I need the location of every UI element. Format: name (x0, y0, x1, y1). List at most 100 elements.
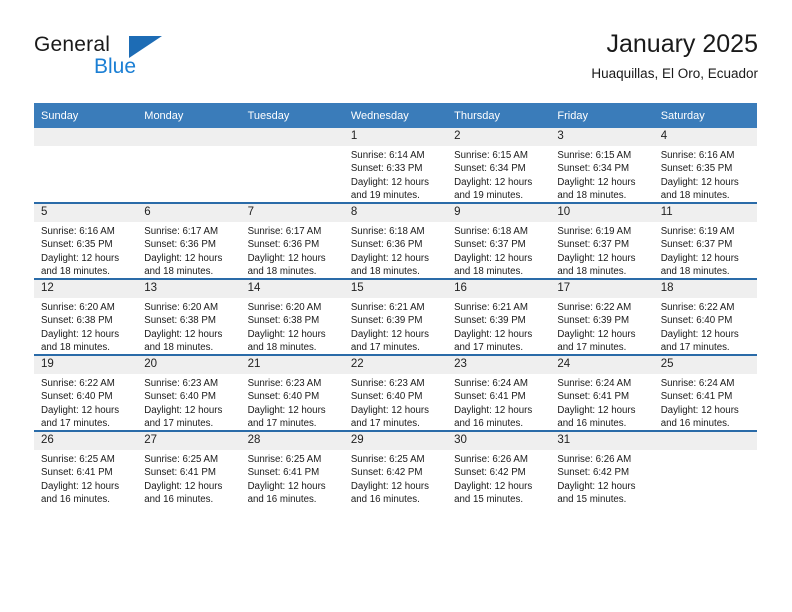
day-cell-inner: 24 Sunrise: 6:24 AM Sunset: 6:41 PM Dayligh… (550, 356, 654, 430)
day-number: 1 (343, 128, 448, 146)
sunrise-text: Sunrise: 6:22 AM (41, 378, 115, 389)
calendar-day-cell[interactable]: 10 Sunrise: 6:19 AM Sunset: 6:37 PM Dayligh… (550, 202, 654, 279)
day-number: 16 (447, 280, 551, 298)
daylight-line1-text: Daylight: 12 hours (144, 404, 223, 416)
day-details: Sunrise: 6:25 AM Sunset: 6:41 PM Daylight:… (241, 450, 344, 507)
calendar-day-cell[interactable]: 25 Sunrise: 6:24 AM Sunset: 6:41 PM Dayligh… (653, 354, 757, 431)
calendar-day-cell[interactable]: 9 Sunrise: 6:18 AM Sunset: 6:37 PM Daylight… (447, 202, 551, 279)
calendar-week-row: 1 Sunrise: 6:14 AM Sunset: 6:33 PM Daylight… (34, 128, 757, 203)
day-details: Sunrise: 6:19 AM Sunset: 6:37 PM Daylight:… (654, 222, 757, 279)
day-details: Sunrise: 6:19 AM Sunset: 6:37 PM Daylight:… (550, 222, 653, 279)
daylight-line1-text: Daylight: 12 hours (41, 328, 120, 340)
day-number: 19 (34, 356, 138, 374)
day-cell-inner: 6 Sunrise: 6:17 AM Sunset: 6:36 PM Daylight… (137, 204, 241, 278)
day-cell-inner: 2 Sunrise: 6:15 AM Sunset: 6:34 PM Daylight… (447, 128, 551, 202)
daylight-line1-text: Daylight: 12 hours (41, 480, 120, 492)
calendar-day-cell[interactable]: 23 Sunrise: 6:24 AM Sunset: 6:41 PM Dayligh… (447, 354, 551, 431)
day-cell-inner (653, 432, 757, 506)
calendar-day-cell[interactable]: 6 Sunrise: 6:17 AM Sunset: 6:36 PM Daylight… (137, 202, 241, 279)
calendar-day-cell[interactable]: 24 Sunrise: 6:24 AM Sunset: 6:41 PM Dayligh… (550, 354, 654, 431)
calendar-day-cell[interactable]: 13 Sunrise: 6:20 AM Sunset: 6:38 PM Dayligh… (137, 278, 241, 355)
day-cell-inner (240, 128, 344, 202)
calendar-day-cell[interactable]: 17 Sunrise: 6:22 AM Sunset: 6:39 PM Dayligh… (550, 278, 654, 355)
sunrise-text: Sunrise: 6:25 AM (247, 454, 322, 465)
calendar-day-cell[interactable]: 18 Sunrise: 6:22 AM Sunset: 6:40 PM Dayligh… (653, 278, 757, 355)
calendar-day-cell[interactable]: 5 Sunrise: 6:16 AM Sunset: 6:35 PM Daylight… (34, 202, 138, 279)
daylight-line2-text: and 16 minutes. (41, 494, 110, 506)
day-number: 13 (137, 280, 241, 298)
calendar-day-cell[interactable]: 15 Sunrise: 6:21 AM Sunset: 6:39 PM Dayligh… (343, 278, 448, 355)
calendar-day-cell[interactable]: 19 Sunrise: 6:22 AM Sunset: 6:40 PM Dayligh… (34, 354, 138, 431)
day-number: 25 (653, 356, 757, 374)
day-details: Sunrise: 6:23 AM Sunset: 6:40 PM Daylight:… (344, 374, 447, 431)
daylight-line1-text: Daylight: 12 hours (454, 176, 533, 188)
day-details: Sunrise: 6:18 AM Sunset: 6:36 PM Daylight:… (344, 222, 447, 279)
calendar-day-cell[interactable]: 21 Sunrise: 6:23 AM Sunset: 6:40 PM Dayligh… (240, 354, 344, 431)
daylight-line2-text: and 18 minutes. (41, 266, 110, 278)
daylight-line1-text: Daylight: 12 hours (557, 328, 636, 340)
calendar-day-cell[interactable]: 26 Sunrise: 6:25 AM Sunset: 6:41 PM Dayligh… (34, 430, 138, 506)
daylight-line1-text: Daylight: 12 hours (660, 252, 739, 264)
calendar-day-cell[interactable]: 16 Sunrise: 6:21 AM Sunset: 6:39 PM Dayligh… (447, 278, 551, 355)
daylight-line2-text: and 17 minutes. (41, 418, 110, 430)
calendar-day-cell[interactable]: 31 Sunrise: 6:26 AM Sunset: 6:42 PM Dayligh… (550, 430, 654, 507)
sunrise-text: Sunrise: 6:24 AM (660, 378, 735, 389)
day-details: Sunrise: 6:20 AM Sunset: 6:38 PM Daylight:… (34, 298, 137, 355)
day-cell-inner: 8 Sunrise: 6:18 AM Sunset: 6:36 PM Daylight… (343, 204, 448, 279)
day-cell-inner: 11 Sunrise: 6:19 AM Sunset: 6:37 PM Dayligh… (653, 204, 757, 279)
calendar-day-cell[interactable]: 29 Sunrise: 6:25 AM Sunset: 6:42 PM Dayligh… (343, 430, 448, 506)
calendar-day-cell[interactable]: 27 Sunrise: 6:25 AM Sunset: 6:41 PM Dayligh… (137, 430, 241, 507)
sunset-text: Sunset: 6:41 PM (41, 467, 113, 479)
calendar-header-row: Sunday Monday Tuesday Wednesday Thursday… (34, 103, 757, 128)
calendar-day-cell[interactable]: 8 Sunrise: 6:18 AM Sunset: 6:36 PM Daylight… (343, 202, 448, 279)
calendar-day-cell[interactable]: 2 Sunrise: 6:15 AM Sunset: 6:34 PM Daylight… (447, 128, 551, 203)
calendar-day-cell[interactable]: 12 Sunrise: 6:20 AM Sunset: 6:38 PM Dayligh… (34, 278, 138, 355)
sunset-text: Sunset: 6:41 PM (557, 391, 630, 403)
day-details: Sunrise: 6:16 AM Sunset: 6:35 PM Daylight:… (34, 222, 137, 279)
day-number: 12 (34, 280, 138, 298)
location-subtitle: Huaquillas, El Oro, Ecuador (591, 65, 758, 81)
day-cell-inner: 4 Sunrise: 6:16 AM Sunset: 6:35 PM Daylight… (653, 128, 757, 203)
day-cell-inner: 19 Sunrise: 6:22 AM Sunset: 6:40 PM Dayligh… (34, 356, 138, 430)
sunset-text: Sunset: 6:41 PM (144, 467, 216, 479)
calendar-day-cell[interactable]: 1 Sunrise: 6:14 AM Sunset: 6:33 PM Daylight… (343, 128, 448, 203)
day-details: Sunrise: 6:26 AM Sunset: 6:42 PM Daylight:… (550, 450, 653, 507)
general-blue-logo[interactable]: General Blue (34, 34, 254, 94)
day-details: Sunrise: 6:14 AM Sunset: 6:33 PM Daylight:… (344, 146, 447, 203)
day-details: Sunrise: 6:25 AM Sunset: 6:41 PM Daylight:… (137, 450, 240, 507)
day-number: 6 (137, 204, 241, 222)
sunset-text: Sunset: 6:34 PM (454, 163, 526, 175)
sunrise-text: Sunrise: 6:21 AM (454, 302, 528, 313)
day-details: Sunrise: 6:20 AM Sunset: 6:38 PM Daylight:… (241, 298, 344, 355)
calendar-day-cell[interactable]: 14 Sunrise: 6:20 AM Sunset: 6:38 PM Dayligh… (240, 278, 344, 355)
day-cell-inner: 14 Sunrise: 6:20 AM Sunset: 6:38 PM Dayligh… (240, 280, 344, 355)
day-details: Sunrise: 6:16 AM Sunset: 6:35 PM Daylight:… (654, 146, 757, 203)
day-number: 11 (653, 204, 757, 222)
calendar-day-cell[interactable]: 22 Sunrise: 6:23 AM Sunset: 6:40 PM Dayligh… (343, 354, 448, 431)
daylight-line2-text: and 16 minutes. (350, 494, 420, 506)
day-cell-inner: 20 Sunrise: 6:23 AM Sunset: 6:40 PM Dayligh… (137, 356, 241, 430)
weekday-header-saturday: Saturday (653, 103, 757, 128)
calendar-day-cell-empty (240, 128, 344, 203)
day-details: Sunrise: 6:21 AM Sunset: 6:39 PM Daylight:… (344, 298, 447, 355)
calendar-day-cell[interactable]: 20 Sunrise: 6:23 AM Sunset: 6:40 PM Dayligh… (137, 354, 241, 431)
daylight-line1-text: Daylight: 12 hours (144, 252, 223, 264)
day-details: Sunrise: 6:15 AM Sunset: 6:34 PM Daylight:… (550, 146, 653, 203)
calendar-day-cell[interactable]: 4 Sunrise: 6:16 AM Sunset: 6:35 PM Daylight… (653, 128, 757, 203)
calendar-day-cell[interactable]: 28 Sunrise: 6:25 AM Sunset: 6:41 PM Dayligh… (240, 430, 344, 507)
calendar-day-cell-empty (34, 128, 138, 203)
day-cell-inner: 25 Sunrise: 6:24 AM Sunset: 6:41 PM Dayligh… (653, 356, 757, 430)
calendar-day-cell-empty (653, 430, 757, 506)
day-cell-inner: 22 Sunrise: 6:23 AM Sunset: 6:40 PM Dayligh… (343, 356, 448, 431)
calendar-day-cell[interactable]: 11 Sunrise: 6:19 AM Sunset: 6:37 PM Dayligh… (653, 202, 757, 279)
daylight-line2-text: and 16 minutes. (660, 418, 730, 430)
daylight-line1-text: Daylight: 12 hours (41, 404, 120, 416)
daylight-line1-text: Daylight: 12 hours (557, 480, 636, 492)
calendar-day-cell[interactable]: 3 Sunrise: 6:15 AM Sunset: 6:34 PM Daylight… (550, 128, 654, 203)
daylight-line1-text: Daylight: 12 hours (247, 328, 326, 340)
sunset-text: Sunset: 6:35 PM (660, 163, 733, 175)
calendar-day-cell[interactable]: 30 Sunrise: 6:26 AM Sunset: 6:42 PM Dayligh… (447, 430, 551, 506)
day-cell-inner: 17 Sunrise: 6:22 AM Sunset: 6:39 PM Dayligh… (550, 280, 654, 354)
sunset-text: Sunset: 6:40 PM (350, 391, 423, 403)
calendar-day-cell[interactable]: 7 Sunrise: 6:17 AM Sunset: 6:36 PM Daylight… (240, 202, 344, 279)
